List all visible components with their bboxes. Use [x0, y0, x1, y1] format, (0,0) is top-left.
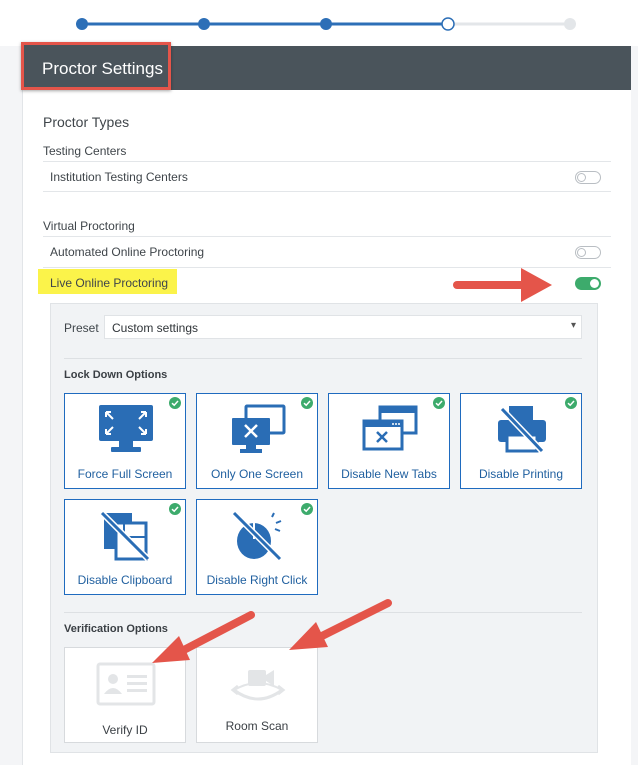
force-full-screen-option[interactable]: Force Full Screen — [64, 393, 186, 489]
live-online-proctoring-label: Live Online Proctoring — [50, 276, 169, 290]
divider — [64, 612, 582, 613]
option-label: Disable Printing — [478, 467, 564, 481]
page-title: Proctor Settings — [42, 59, 163, 78]
checkmark-badge-icon — [301, 397, 313, 409]
option-label: Disable New Tabs — [341, 467, 437, 481]
option-label: Only One Screen — [210, 467, 304, 481]
virtual-proctoring-label: Virtual Proctoring — [43, 219, 135, 233]
option-label: Force Full Screen — [77, 467, 173, 481]
option-label: Verify ID — [102, 723, 148, 737]
checkmark-badge-icon — [169, 503, 181, 515]
row-label: Institution Testing Centers — [50, 170, 188, 184]
lock-down-options-title: Lock Down Options — [64, 369, 168, 381]
institution-testing-centers-toggle[interactable] — [575, 171, 601, 184]
clipboard-disabled-icon — [99, 510, 151, 562]
disable-right-click-option[interactable]: Disable Right Click — [196, 499, 318, 595]
printer-disabled-icon — [498, 406, 546, 454]
option-label: Room Scan — [225, 719, 289, 733]
progress-stepper — [0, 0, 638, 46]
preset-value: Custom settings — [112, 321, 199, 335]
step-4-dot — [441, 17, 455, 31]
preset-select[interactable]: Custom settings ▾ — [104, 315, 582, 339]
step-5-dot — [564, 18, 576, 30]
chevron-down-icon: ▾ — [570, 320, 576, 331]
id-card-icon — [96, 662, 156, 706]
mouse-disabled-icon — [231, 510, 283, 562]
room-scan-camera-icon — [230, 670, 286, 701]
step-3-dot — [320, 18, 332, 30]
card-header: Proctor Settings — [21, 42, 631, 90]
automated-online-proctoring-toggle[interactable] — [575, 246, 601, 259]
checkmark-badge-icon — [433, 397, 445, 409]
disable-printing-option[interactable]: Disable Printing — [460, 393, 582, 489]
new-tabs-icon — [362, 405, 418, 451]
single-screen-icon — [232, 404, 286, 453]
option-label: Disable Clipboard — [77, 573, 173, 587]
checkmark-badge-icon — [301, 503, 313, 515]
checkmark-badge-icon — [565, 397, 577, 409]
checkmark-badge-icon — [169, 397, 181, 409]
proctor-types-title: Proctor Types — [43, 114, 130, 130]
fullscreen-monitor-icon — [99, 405, 153, 452]
verification-options-title: Verification Options — [64, 623, 168, 635]
verify-id-option[interactable]: Verify ID — [64, 647, 186, 743]
row-automated-online-proctoring: Automated Online Proctoring — [43, 236, 611, 267]
option-label: Disable Right Click — [206, 573, 308, 587]
step-1-dot — [76, 18, 88, 30]
room-scan-option[interactable]: Room Scan — [196, 647, 318, 743]
disable-clipboard-option[interactable]: Disable Clipboard — [64, 499, 186, 595]
proctor-settings-card: Proctor Settings Proctor Types Testing C… — [21, 42, 631, 765]
live-proctoring-options-panel: Preset Custom settings ▾ Lock Down Optio… — [50, 303, 598, 753]
preset-label: Preset — [64, 321, 99, 335]
step-2-dot — [198, 18, 210, 30]
only-one-screen-option[interactable]: Only One Screen — [196, 393, 318, 489]
testing-centers-label: Testing Centers — [43, 144, 127, 158]
live-online-proctoring-toggle[interactable] — [575, 277, 601, 290]
divider — [64, 358, 582, 359]
row-institution-testing-centers: Institution Testing Centers — [43, 161, 611, 192]
row-label: Automated Online Proctoring — [50, 245, 205, 259]
disable-new-tabs-option[interactable]: Disable New Tabs — [328, 393, 450, 489]
